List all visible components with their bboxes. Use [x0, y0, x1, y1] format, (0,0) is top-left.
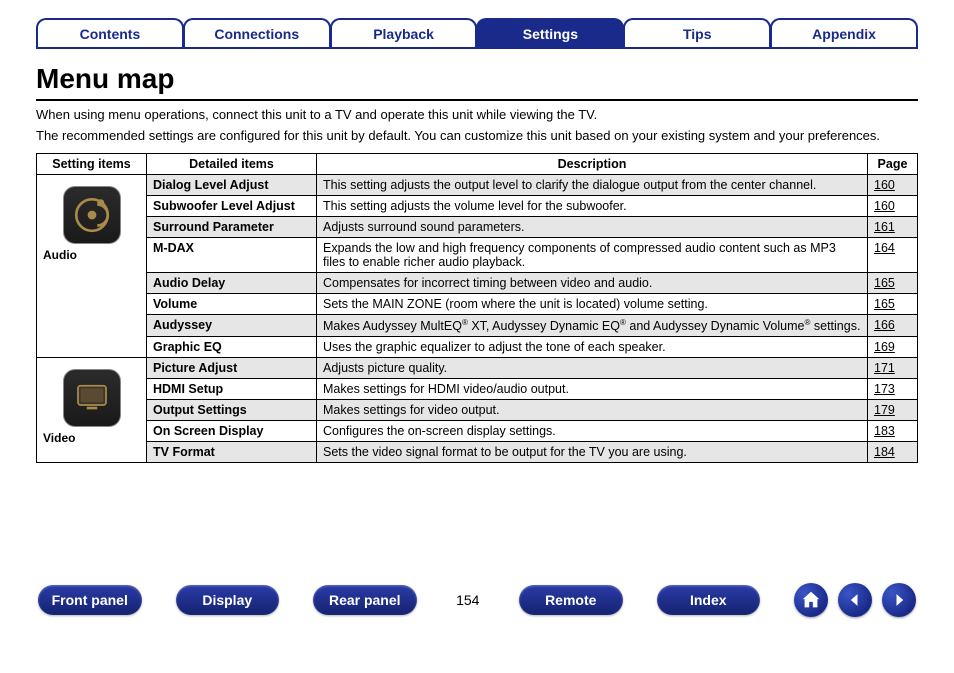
page-link-cell: 164 [868, 238, 918, 273]
table-row: VideoPicture AdjustAdjusts picture quali… [37, 358, 918, 379]
page-link-cell: 171 [868, 358, 918, 379]
table-row: VolumeSets the MAIN ZONE (room where the… [37, 294, 918, 315]
page-link-cell: 183 [868, 421, 918, 442]
description-cell: Compensates for incorrect timing between… [317, 273, 868, 294]
tab-tips[interactable]: Tips [623, 18, 771, 47]
bottom-nav: Front panel Display Rear panel 154 Remot… [36, 583, 918, 617]
intro-text: When using menu operations, connect this… [36, 107, 918, 143]
description-cell: Expands the low and high frequency compo… [317, 238, 868, 273]
category-audio: Audio [37, 175, 147, 358]
page-link[interactable]: 171 [874, 361, 895, 375]
page-number: 154 [451, 592, 486, 608]
page-link-cell: 184 [868, 442, 918, 463]
menu-map-table: Setting items Detailed items Description… [36, 153, 918, 463]
table-row: Graphic EQUses the graphic equalizer to … [37, 337, 918, 358]
detailed-item: HDMI Setup [147, 379, 317, 400]
prev-icon[interactable] [838, 583, 872, 617]
col-description: Description [317, 154, 868, 175]
page-link-cell: 160 [868, 175, 918, 196]
display-button[interactable]: Display [176, 585, 280, 615]
table-row: M-DAXExpands the low and high frequency … [37, 238, 918, 273]
remote-button[interactable]: Remote [519, 585, 623, 615]
page-link[interactable]: 165 [874, 276, 895, 290]
detailed-item: Picture Adjust [147, 358, 317, 379]
tab-appendix[interactable]: Appendix [770, 18, 918, 47]
video-icon [63, 369, 121, 427]
description-cell: Makes settings for video output. [317, 400, 868, 421]
page-link[interactable]: 166 [874, 318, 895, 332]
home-icon[interactable] [794, 583, 828, 617]
detailed-item: M-DAX [147, 238, 317, 273]
page-link[interactable]: 161 [874, 220, 895, 234]
intro-line-2: The recommended settings are configured … [36, 128, 918, 143]
page-link[interactable]: 160 [874, 199, 895, 213]
page-link-cell: 165 [868, 294, 918, 315]
description-cell: Makes Audyssey MultEQ® XT, Audyssey Dyna… [317, 315, 868, 337]
category-label: Video [43, 431, 140, 445]
page-link-cell: 179 [868, 400, 918, 421]
front-panel-button[interactable]: Front panel [38, 585, 142, 615]
description-cell: Adjusts surround sound parameters. [317, 217, 868, 238]
page-title: Menu map [36, 63, 918, 101]
col-detailed-items: Detailed items [147, 154, 317, 175]
top-tabs: ContentsConnectionsPlaybackSettingsTipsA… [36, 18, 918, 49]
tab-settings[interactable]: Settings [476, 18, 624, 47]
detailed-item: Graphic EQ [147, 337, 317, 358]
page-link[interactable]: 173 [874, 382, 895, 396]
category-label: Audio [43, 248, 140, 262]
detailed-item: Dialog Level Adjust [147, 175, 317, 196]
table-row: On Screen DisplayConfigures the on-scree… [37, 421, 918, 442]
category-video: Video [37, 358, 147, 463]
detailed-item: Audio Delay [147, 273, 317, 294]
page-link-cell: 165 [868, 273, 918, 294]
description-cell: Configures the on-screen display setting… [317, 421, 868, 442]
page-link-cell: 166 [868, 315, 918, 337]
tab-connections[interactable]: Connections [183, 18, 331, 47]
detailed-item: On Screen Display [147, 421, 317, 442]
page-link[interactable]: 160 [874, 178, 895, 192]
detailed-item: TV Format [147, 442, 317, 463]
table-row: Surround ParameterAdjusts surround sound… [37, 217, 918, 238]
table-row: TV FormatSets the video signal format to… [37, 442, 918, 463]
table-row: AudioDialog Level AdjustThis setting adj… [37, 175, 918, 196]
next-icon[interactable] [882, 583, 916, 617]
page-link-cell: 161 [868, 217, 918, 238]
table-row: AudysseyMakes Audyssey MultEQ® XT, Audys… [37, 315, 918, 337]
page-link[interactable]: 183 [874, 424, 895, 438]
detailed-item: Volume [147, 294, 317, 315]
table-row: Audio DelayCompensates for incorrect tim… [37, 273, 918, 294]
detailed-item: Surround Parameter [147, 217, 317, 238]
description-cell: Uses the graphic equalizer to adjust the… [317, 337, 868, 358]
page-link-cell: 173 [868, 379, 918, 400]
page-link[interactable]: 169 [874, 340, 895, 354]
page-link[interactable]: 179 [874, 403, 895, 417]
description-cell: Adjusts picture quality. [317, 358, 868, 379]
col-page: Page [868, 154, 918, 175]
description-cell: This setting adjusts the volume level fo… [317, 196, 868, 217]
description-cell: Sets the video signal format to be outpu… [317, 442, 868, 463]
table-row: HDMI SetupMakes settings for HDMI video/… [37, 379, 918, 400]
col-setting-items: Setting items [37, 154, 147, 175]
detailed-item: Output Settings [147, 400, 317, 421]
page-link[interactable]: 164 [874, 241, 895, 255]
detailed-item: Subwoofer Level Adjust [147, 196, 317, 217]
description-cell: This setting adjusts the output level to… [317, 175, 868, 196]
tab-contents[interactable]: Contents [36, 18, 184, 47]
index-button[interactable]: Index [657, 585, 761, 615]
audio-icon [63, 186, 121, 244]
tab-playback[interactable]: Playback [330, 18, 478, 47]
detailed-item: Audyssey [147, 315, 317, 337]
table-row: Subwoofer Level AdjustThis setting adjus… [37, 196, 918, 217]
rear-panel-button[interactable]: Rear panel [313, 585, 417, 615]
description-cell: Sets the MAIN ZONE (room where the unit … [317, 294, 868, 315]
intro-line-1: When using menu operations, connect this… [36, 107, 918, 122]
description-cell: Makes settings for HDMI video/audio outp… [317, 379, 868, 400]
table-row: Output SettingsMakes settings for video … [37, 400, 918, 421]
page-link[interactable]: 165 [874, 297, 895, 311]
page-link-cell: 169 [868, 337, 918, 358]
page-link-cell: 160 [868, 196, 918, 217]
page-link[interactable]: 184 [874, 445, 895, 459]
